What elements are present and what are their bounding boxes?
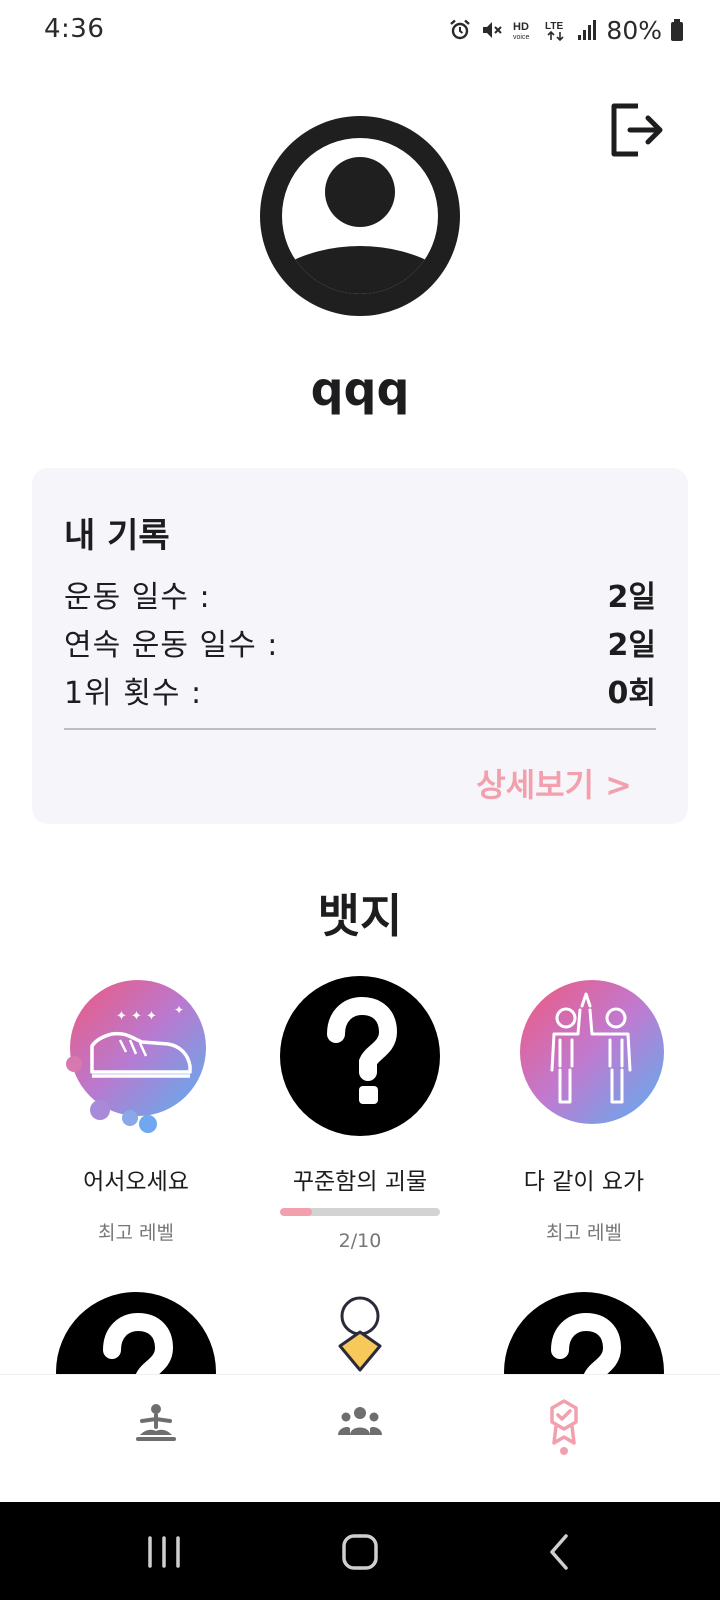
recent-apps-icon — [148, 1536, 180, 1568]
nav-active-dot — [560, 1447, 568, 1455]
back-icon — [550, 1534, 568, 1570]
back-button[interactable] — [536, 1528, 584, 1576]
badge-progress-bar — [280, 1208, 440, 1216]
badge-name: 꾸준함의 괴물 — [292, 1169, 428, 1195]
svg-text:✦: ✦ — [174, 1003, 184, 1017]
question-mark-icon — [280, 976, 440, 1136]
record-row-streak-days: 연속 운동 일수 : 2일 — [64, 620, 656, 664]
svg-text:voice: voice — [513, 34, 529, 41]
mute-icon — [483, 22, 503, 38]
nav-item-badge[interactable] — [444, 1375, 684, 1503]
record-title: 내 기록 — [64, 516, 170, 556]
recent-apps-button[interactable] — [140, 1528, 188, 1576]
record-label: 연속 운동 일수 : — [64, 628, 279, 663]
badge-name: 어서오세요 — [83, 1169, 189, 1195]
svg-text:LTE: LTE — [545, 21, 563, 32]
svg-text:HD: HD — [513, 21, 529, 33]
battery-percent: 80% — [606, 15, 662, 45]
status-icons: HD voice LTE 80% — [448, 12, 684, 48]
bottom-nav — [0, 1374, 720, 1503]
battery-icon — [671, 19, 683, 41]
status-bar: 4:36 HD voice LTE 80% — [0, 0, 720, 64]
record-row-first-place: 1위 횟수 : 0회 — [64, 668, 656, 712]
svg-text:✦ ✦ ✦: ✦ ✦ ✦ — [116, 1009, 157, 1024]
account-circle-icon — [260, 116, 460, 316]
badge-name: 다 같이 요가 — [523, 1169, 645, 1195]
logout-icon — [611, 103, 663, 157]
avatar[interactable] — [260, 116, 460, 316]
high-five-badge-icon — [504, 976, 664, 1136]
record-card: 내 기록 운동 일수 : 2일 연속 운동 일수 : 2일 1위 횟수 : 0회… — [32, 468, 688, 824]
detail-link[interactable]: 상세보기 > — [476, 760, 632, 806]
sneaker-badge-icon: ✦ ✦ ✦ ✦ — [56, 976, 216, 1136]
badge-progress-fill — [280, 1208, 312, 1216]
home-icon — [342, 1534, 378, 1570]
home-button[interactable] — [336, 1528, 384, 1576]
record-value: 0회 — [607, 676, 656, 711]
badge-level: 최고 레벨 — [98, 1222, 174, 1244]
logout-button[interactable] — [608, 100, 668, 160]
hd-voice-icon: HD voice — [513, 21, 529, 41]
alarm-icon — [450, 19, 471, 40]
badge-level: 최고 레벨 — [546, 1222, 622, 1244]
record-value: 2일 — [607, 580, 656, 615]
username: qqq — [310, 362, 410, 416]
status-time: 4:36 — [44, 14, 105, 44]
yoga-icon — [136, 1404, 176, 1441]
record-label: 1위 횟수 : — [64, 676, 203, 711]
signal-icon — [578, 20, 597, 40]
group-icon — [338, 1407, 382, 1435]
record-label: 운동 일수 : — [64, 580, 211, 615]
lte-icon: LTE — [545, 21, 564, 42]
badge-progress-text: 2/10 — [338, 1230, 382, 1252]
badge-icon — [550, 1399, 578, 1445]
profile-screen: 4:36 HD voice LTE 80% qqq 내 기록 운동 일수: 2… — [0, 0, 720, 1600]
record-row-exercise-days: 운동 일수 : 2일 — [64, 572, 656, 616]
system-nav-bar — [0, 1502, 720, 1600]
record-value: 2일 — [607, 628, 656, 663]
badge-section-title: 뱃지 — [317, 889, 403, 943]
record-divider — [64, 728, 656, 730]
